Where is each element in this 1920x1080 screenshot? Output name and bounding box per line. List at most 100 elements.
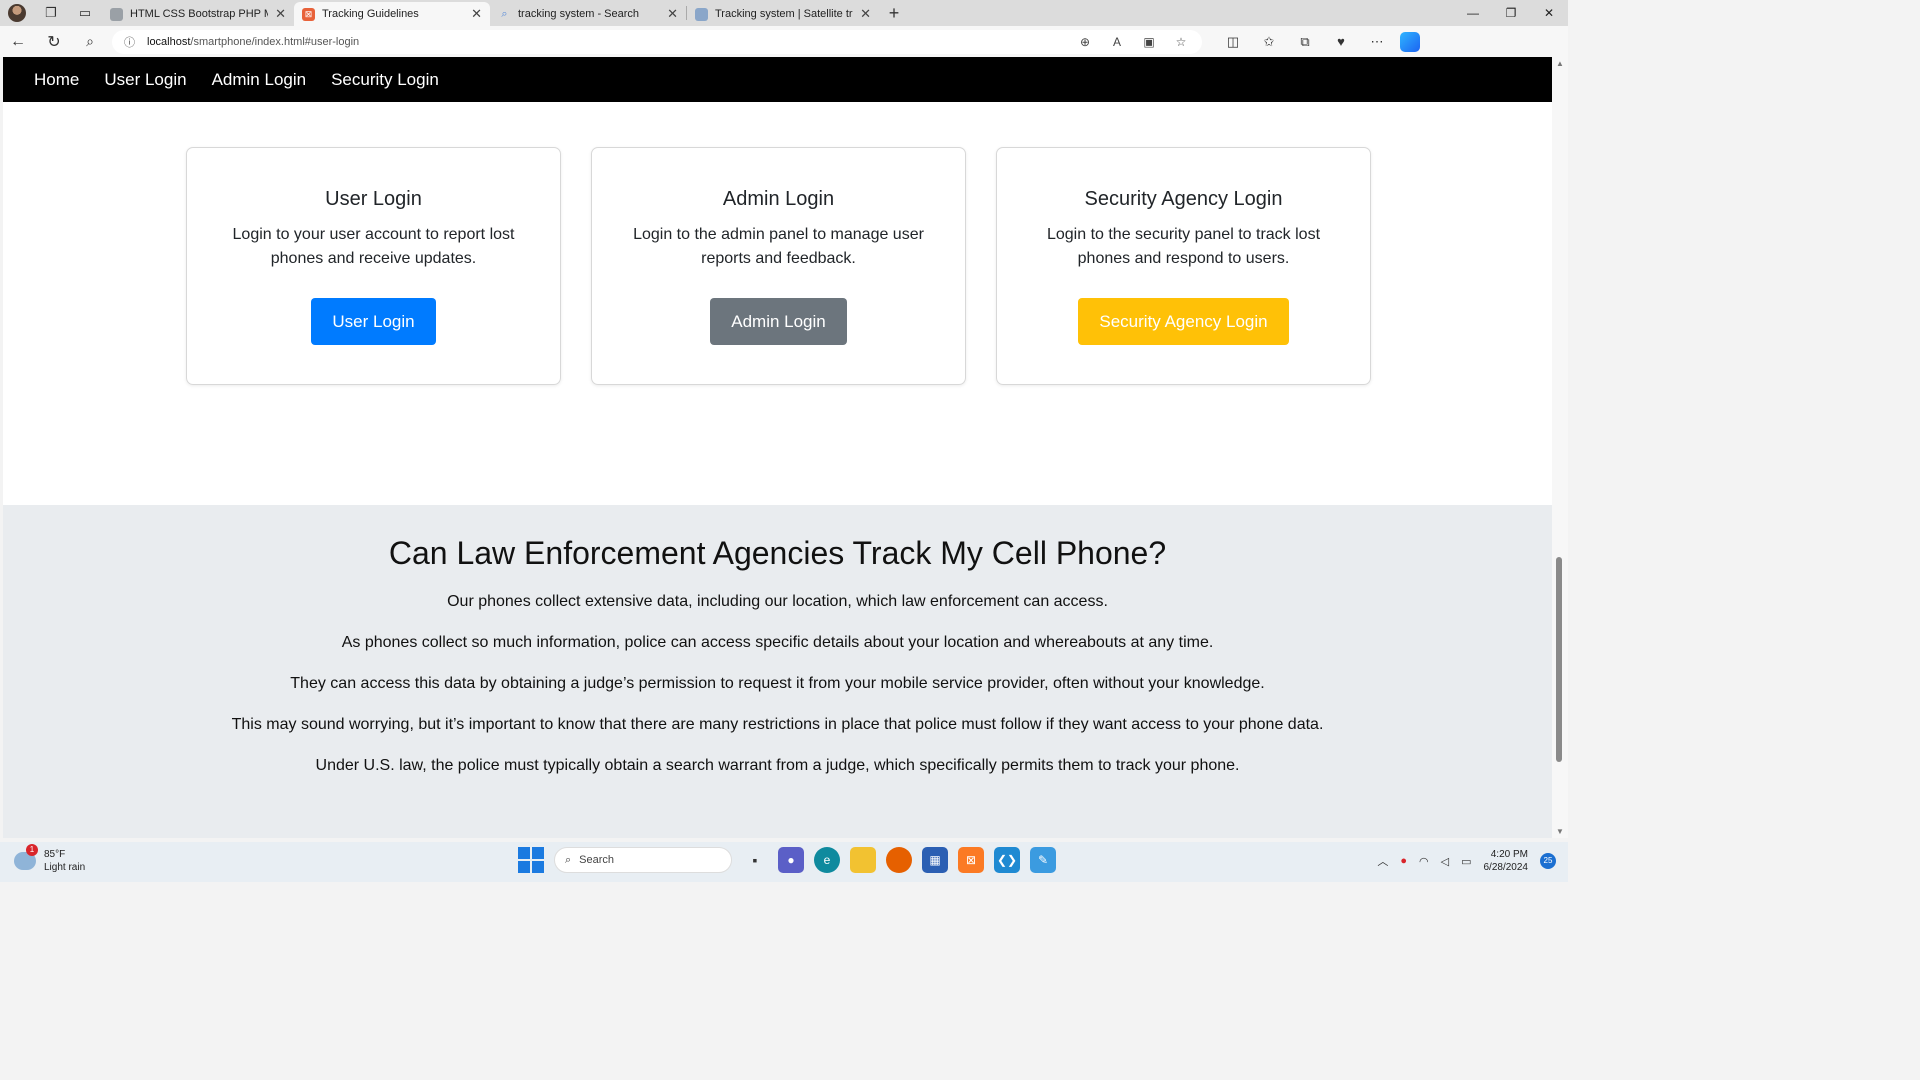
restore-icon[interactable]: ❐ [1492, 6, 1530, 20]
wifi-icon[interactable]: ◠ [1419, 855, 1429, 868]
more-menu-icon[interactable]: ⋯ [1368, 34, 1386, 50]
teams-chat-icon[interactable]: ● [778, 847, 804, 873]
tab-close-icon[interactable]: ✕ [471, 6, 482, 22]
taskbar-apps: ⌕ Search ▪ ● e ▦ ⊠ ❮❯ ✎ [518, 847, 1056, 873]
info-paragraph: As phones collect so much information, p… [341, 634, 1214, 651]
weather-text: 85°F Light rain [44, 848, 85, 874]
tab-close-icon[interactable]: ✕ [275, 6, 286, 22]
favorites-icon[interactable]: ✩ [1260, 34, 1278, 50]
browser-tab-3[interactable]: Tracking system | Satellite tracking ✕ [687, 2, 879, 26]
info-paragraph: Under U.S. law, the police must typicall… [315, 757, 1240, 774]
tab-title: HTML CSS Bootstrap PHP MYSQL [130, 8, 268, 20]
card-text: Login to your user account to report los… [232, 226, 515, 267]
security-alert-icon[interactable]: ● [1400, 855, 1407, 867]
nav-admin-login-link[interactable]: Admin Login [212, 70, 307, 90]
admin-login-button[interactable]: Admin Login [710, 298, 847, 345]
task-view-icon[interactable]: ▪ [742, 847, 768, 873]
security-agency-login-button[interactable]: Security Agency Login [1078, 298, 1289, 345]
search-icon: ⌕ [501, 7, 508, 20]
show-hidden-icons-chevron-icon[interactable]: ︿ [1377, 853, 1388, 869]
nav-user-login-link[interactable]: User Login [104, 70, 186, 90]
zoom-icon[interactable]: ⊕ [1078, 35, 1092, 49]
scroll-up-icon[interactable]: ▲ [1554, 59, 1566, 68]
tab-title: Tracking system | Satellite tracking [715, 8, 853, 20]
security-login-card: Security Agency Login Login to the secur… [996, 147, 1371, 385]
info-paragraph: This may sound worrying, but it’s import… [231, 716, 1324, 733]
profile-avatar [8, 4, 26, 22]
new-tab-button[interactable]: + [879, 0, 909, 26]
scroll-down-icon[interactable]: ▼ [1554, 827, 1566, 836]
browser-tab-0[interactable]: HTML CSS Bootstrap PHP MYSQL ✕ [102, 2, 294, 26]
weather-widget[interactable]: 1 85°F Light rain [14, 844, 85, 874]
file-explorer-icon[interactable] [850, 847, 876, 873]
copilot-icon[interactable] [1400, 31, 1420, 52]
nav-home-link[interactable]: Home [34, 70, 79, 90]
taskbar-search-placeholder: Search [579, 854, 615, 866]
browser-tab-2[interactable]: ⌕ tracking system - Search ✕ [490, 2, 686, 26]
info-paragraph: Our phones collect extensive data, inclu… [447, 593, 1108, 610]
system-clock[interactable]: 4:20 PM 6/28/2024 [1484, 848, 1529, 874]
notification-count-badge[interactable]: 25 [1540, 853, 1556, 869]
back-arrow-icon[interactable]: ← [0, 26, 36, 57]
card-title: User Login [325, 188, 422, 210]
collections-icon[interactable]: ⧉ [1296, 34, 1314, 50]
tab-favicon-icon [695, 7, 708, 21]
close-window-icon[interactable]: ✕ [1530, 6, 1568, 20]
url-text[interactable]: localhost/smartphone/index.html#user-log… [147, 36, 359, 48]
browser-toolbar: ← ↻ ⌕ ⓘ localhost/smartphone/index.html#… [0, 26, 1568, 57]
browser-essentials-icon[interactable]: ♥ [1332, 34, 1350, 50]
url-host: localhost [147, 35, 191, 48]
nav-security-login-link[interactable]: Security Login [331, 70, 439, 90]
toolbar-right: ◫ ✩ ⧉ ♥ ⋯ [1202, 34, 1386, 50]
search-icon[interactable]: ⌕ [72, 26, 108, 57]
user-login-button[interactable]: User Login [311, 298, 436, 345]
search-icon: ⌕ [565, 853, 572, 866]
card-text: Login to the security panel to track los… [1046, 226, 1321, 267]
immersive-reader-icon[interactable]: ▣ [1142, 35, 1156, 49]
url-path: /smartphone/index.html#user-login [190, 35, 360, 48]
page-scrollbar[interactable]: ▲ ▼ [1552, 57, 1568, 838]
favorite-star-icon[interactable]: ☆ [1174, 35, 1188, 49]
tab-title: Tracking Guidelines [322, 8, 419, 20]
firefox-icon[interactable] [886, 847, 912, 873]
edge-browser-icon[interactable]: e [814, 847, 840, 873]
clock-time: 4:20 PM [1490, 849, 1528, 860]
admin-login-card: Admin Login Login to the admin panel to … [591, 147, 966, 385]
split-screen-icon[interactable]: ◫ [1224, 34, 1242, 50]
browser-tab-1[interactable]: ⊠ Tracking Guidelines ✕ [294, 2, 490, 26]
info-section: Can Law Enforcement Agencies Track My Ce… [3, 505, 1552, 838]
taskbar-search[interactable]: ⌕ Search [554, 847, 732, 873]
tab-favicon-icon [110, 7, 123, 21]
tab-actions-icon[interactable]: ▭ [68, 0, 102, 26]
weather-temperature: 85°F [44, 849, 66, 860]
windows-taskbar: 1 85°F Light rain ⌕ Search ▪ ● e ▦ ⊠ ❮❯ … [0, 842, 1568, 882]
window-controls: — ❐ ✕ [1454, 6, 1568, 20]
battery-icon[interactable]: ▭ [1461, 855, 1471, 868]
info-paragraph: They can access this data by obtaining a… [290, 675, 1265, 692]
refresh-icon[interactable]: ↻ [36, 26, 72, 57]
volume-icon[interactable]: ◁ [1441, 855, 1449, 868]
clock-date: 6/28/2024 [1483, 862, 1529, 873]
microsoft-store-icon[interactable]: ▦ [922, 847, 948, 873]
read-aloud-icon[interactable]: A [1110, 35, 1124, 49]
login-cards: User Login Login to your user account to… [186, 147, 1371, 385]
url-tools: ⊕ A ▣ ☆ [1078, 35, 1202, 49]
site-info-icon[interactable]: ⓘ [124, 34, 135, 50]
snipping-tool-icon[interactable]: ✎ [1030, 847, 1056, 873]
browser-tab-bar: ❐ ▭ HTML CSS Bootstrap PHP MYSQL ✕ ⊠ Tra… [0, 0, 1568, 26]
card-text: Login to the admin panel to manage user … [633, 226, 924, 267]
profile-button[interactable] [0, 0, 34, 26]
workspaces-icon[interactable]: ❐ [34, 0, 68, 26]
tab-close-icon[interactable]: ✕ [860, 6, 871, 22]
site-navbar: Home User Login Admin Login Security Log… [3, 57, 1552, 102]
scroll-thumb[interactable] [1556, 557, 1562, 762]
minimize-icon[interactable]: — [1454, 6, 1492, 20]
vscode-icon[interactable]: ❮❯ [994, 847, 1020, 873]
weather-badge: 1 [26, 844, 38, 856]
address-bar[interactable]: ⓘ localhost/smartphone/index.html#user-l… [112, 29, 1202, 54]
windows-start-icon[interactable] [518, 847, 544, 873]
user-login-card: User Login Login to your user account to… [186, 147, 561, 385]
tab-close-icon[interactable]: ✕ [667, 6, 678, 22]
card-title: Admin Login [722, 188, 835, 210]
xampp-icon[interactable]: ⊠ [958, 847, 984, 873]
